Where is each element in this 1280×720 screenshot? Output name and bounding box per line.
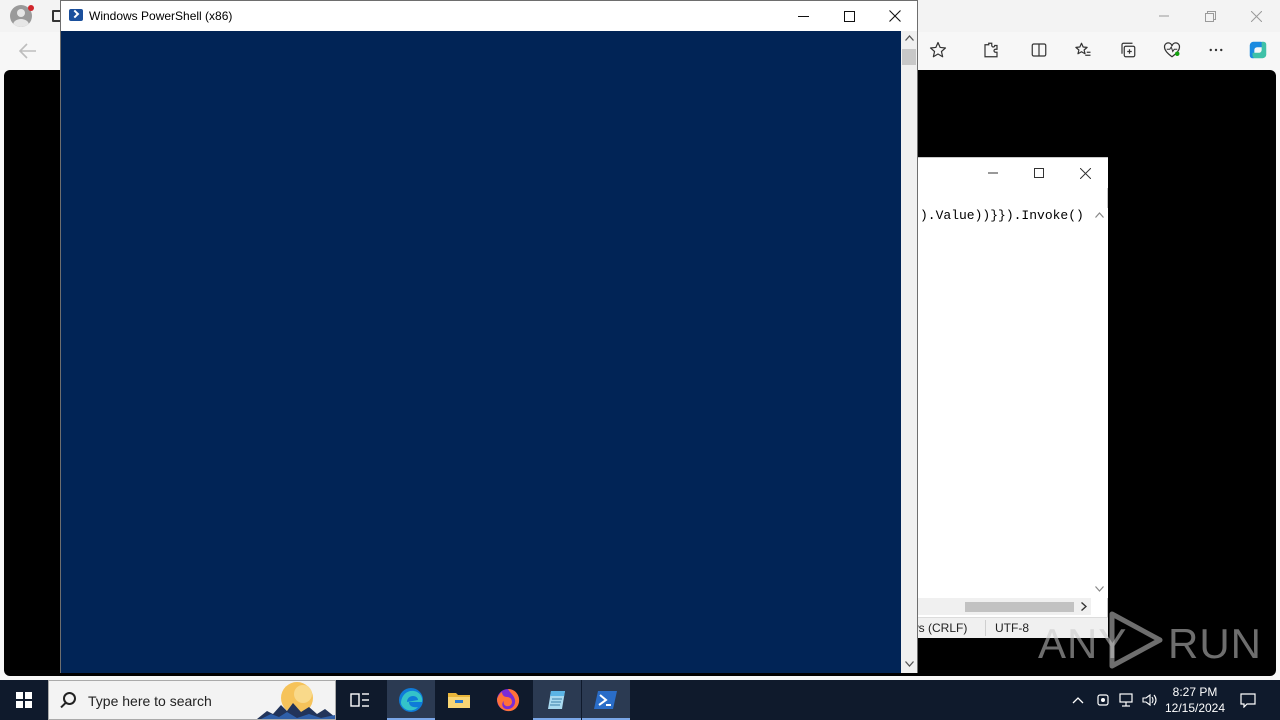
anyrun-watermark: ANY RUN	[1036, 606, 1261, 672]
notepad-titlebar	[918, 158, 1108, 188]
volume-icon[interactable]	[1140, 680, 1160, 720]
watermark-run-text: RUN	[1168, 620, 1262, 667]
powershell-titlebar[interactable]: Windows PowerShell (x86)	[61, 1, 917, 31]
clock-time: 8:27 PM	[1172, 685, 1218, 699]
powershell-window[interactable]: Windows PowerShell (x86)	[60, 0, 918, 673]
copilot-icon[interactable]	[1244, 36, 1272, 64]
meet-now-icon[interactable]	[1094, 680, 1112, 720]
back-arrow-icon[interactable]	[16, 39, 40, 63]
powershell-maximize-button[interactable]	[826, 1, 872, 31]
line-ending-status: ws (CRLF)	[910, 621, 968, 635]
scroll-down-arrow-icon[interactable]	[1091, 584, 1108, 598]
taskbar-powershell-button[interactable]	[582, 680, 630, 720]
window-title: Windows PowerShell (x86)	[89, 9, 233, 23]
file-explorer-icon	[448, 693, 470, 708]
powershell-console-area[interactable]	[61, 31, 901, 673]
edge-minimize-button[interactable]	[1141, 0, 1187, 32]
vertical-scroll-thumb[interactable]	[902, 49, 916, 65]
powershell-taskbar-icon	[594, 691, 617, 709]
search-icon	[63, 692, 76, 705]
status-separator	[985, 620, 986, 636]
taskbar-clock[interactable]: 8:27 PM 12/15/2024	[1160, 684, 1230, 716]
notepad-text-content[interactable]: ).Value))}}).Invoke()	[920, 208, 1084, 223]
task-view-button[interactable]	[336, 680, 384, 720]
collections-icon[interactable]	[1114, 36, 1142, 64]
browser-essentials-icon[interactable]	[1158, 36, 1186, 64]
notepad-icon	[548, 691, 565, 709]
edge-browser-icon	[399, 688, 423, 712]
notification-dot-icon	[28, 5, 34, 11]
edge-restore-button[interactable]	[1187, 0, 1233, 32]
encoding-status: UTF-8	[995, 621, 1029, 635]
more-options-icon[interactable]	[1202, 36, 1230, 64]
scroll-up-arrow-icon[interactable]	[901, 31, 917, 47]
watermark-play-icon	[1109, 611, 1163, 669]
search-highlight-illustration-icon	[257, 681, 335, 719]
extensions-icon[interactable]	[977, 36, 1005, 64]
scroll-down-arrow-icon[interactable]	[901, 657, 917, 673]
taskbar-edge-button[interactable]	[387, 680, 435, 720]
notepad-maximize-button[interactable]	[1016, 158, 1062, 188]
taskbar-firefox-button[interactable]	[484, 680, 532, 720]
notepad-minimize-button[interactable]	[970, 158, 1016, 188]
favorite-star-icon[interactable]	[924, 36, 952, 64]
edge-close-button[interactable]	[1233, 0, 1279, 32]
powershell-vertical-scrollbar[interactable]	[901, 31, 917, 673]
network-icon[interactable]	[1116, 680, 1136, 720]
favorites-list-icon[interactable]	[1069, 36, 1097, 64]
taskbar-file-explorer-button[interactable]	[435, 680, 483, 720]
split-screen-icon[interactable]	[1025, 36, 1053, 64]
firefox-icon	[497, 689, 520, 712]
powershell-icon	[69, 9, 83, 21]
powershell-close-button[interactable]	[872, 1, 918, 31]
show-hidden-icons-chevron-icon[interactable]	[1068, 680, 1088, 720]
scroll-up-arrow-icon[interactable]	[1091, 210, 1108, 224]
search-placeholder: Type here to search	[88, 693, 212, 709]
notepad-close-button[interactable]	[1062, 158, 1108, 188]
start-button[interactable]	[0, 680, 48, 720]
taskbar: Type here to search 8:27 PM 12/15/2024	[0, 680, 1280, 720]
powershell-minimize-button[interactable]	[780, 1, 826, 31]
windows-logo-icon	[16, 692, 32, 708]
taskbar-notepad-button[interactable]	[533, 680, 581, 720]
clock-date: 12/15/2024	[1164, 701, 1226, 715]
notepad-window: ).Value))}}).Invoke() ws (CRLF) UTF-8	[910, 157, 1108, 638]
task-view-icon	[350, 693, 369, 707]
notepad-vertical-scrollbar[interactable]	[1091, 208, 1108, 598]
taskbar-search-box[interactable]: Type here to search	[48, 680, 336, 720]
notifications-icon[interactable]	[1236, 680, 1260, 720]
